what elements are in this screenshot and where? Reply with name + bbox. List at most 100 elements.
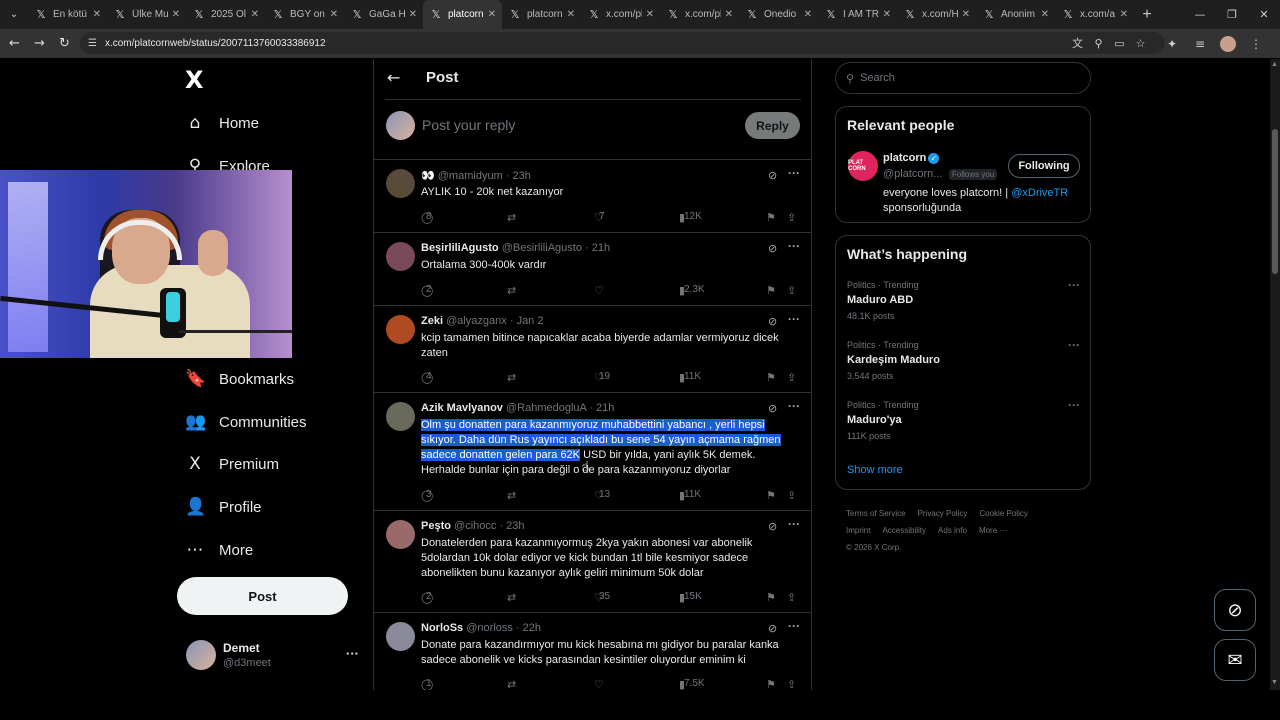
tab-close-icon[interactable]: ✕ (1120, 9, 1128, 20)
post-time[interactable]: Jan 2 (517, 315, 544, 327)
more-icon[interactable]: ··· (788, 312, 800, 326)
share-icon[interactable]: ⇪ (787, 284, 796, 297)
following-button[interactable]: Following (1008, 154, 1080, 178)
browser-tab[interactable]: 𝕏platcorn ✕ (423, 0, 502, 29)
zoom-icon[interactable]: ⚲ (1088, 37, 1109, 50)
extensions-icon[interactable]: ✦ (1158, 37, 1186, 51)
post-time[interactable]: 23h (513, 170, 531, 182)
scroll-down-icon[interactable]: ▼ (1271, 679, 1278, 686)
trend-item[interactable]: Politics · Trending Maduro ABD 48.1K posts… (847, 278, 1082, 321)
avatar[interactable]: PLAT CORN (848, 151, 878, 181)
grok-icon[interactable]: ⊘ (768, 315, 777, 328)
more-icon[interactable]: ··· (1068, 398, 1080, 412)
tab-close-icon[interactable]: ✕ (93, 9, 101, 20)
restore-icon[interactable]: ❐ (1216, 0, 1248, 29)
bookmark-star-icon[interactable]: ☆ (1130, 37, 1151, 50)
close-window-icon[interactable]: ✕ (1248, 0, 1280, 29)
forward-icon[interactable]: → (27, 36, 52, 51)
post-time[interactable]: 21h (596, 402, 614, 414)
reply-post[interactable]: Azik Mavlyanov @RahmedogluA · 21h ⊘ ··· Olm… (374, 393, 811, 511)
grok-icon[interactable]: ⊘ (768, 242, 777, 255)
footer-link[interactable]: Accessibility (882, 526, 926, 535)
browser-tab[interactable]: 𝕏 I AM TR ✕ (818, 0, 897, 29)
account-more-icon[interactable]: ··· (346, 646, 359, 661)
browser-tab[interactable]: 𝕏 En kötü ✕ (28, 0, 107, 29)
tab-close-icon[interactable]: ✕ (488, 9, 496, 20)
nav-item-bookmarks[interactable]: 🔖 Bookmarks (185, 364, 294, 394)
scrollbar-thumb[interactable] (1272, 129, 1278, 274)
browser-tab[interactable]: 𝕏 Onedio ✕ (739, 0, 818, 29)
new-tab-button[interactable]: + (1134, 6, 1160, 24)
tab-close-icon[interactable]: ✕ (725, 9, 733, 20)
browser-tab[interactable]: 𝕏 Anonim ✕ (976, 0, 1055, 29)
account-switcher[interactable]: Demet @d3meet ··· (186, 640, 361, 674)
browser-tab[interactable]: 𝕏 Ülke Mu ✕ (107, 0, 186, 29)
tab-close-icon[interactable]: ✕ (804, 9, 812, 20)
nav-item-more[interactable]: ⋯ More (185, 535, 254, 565)
reply-button[interactable]: Reply (745, 112, 800, 139)
post-button[interactable]: Post (177, 577, 348, 615)
share-icon[interactable]: ⇪ (787, 591, 796, 604)
reply-post[interactable]: Zeki @alyazganx · Jan 2 ⊘ ··· kcip tamamen … (374, 306, 811, 393)
tab-close-icon[interactable]: ✕ (251, 9, 259, 20)
translate-icon[interactable]: 文 (1067, 35, 1088, 51)
footer-link[interactable]: Imprint (846, 526, 870, 535)
bookmark-icon[interactable]: ⚑ (766, 678, 776, 690)
more-icon[interactable]: ··· (788, 517, 800, 531)
show-more-link[interactable]: Show more (847, 464, 903, 476)
avatar[interactable] (386, 315, 415, 344)
bookmark-icon[interactable]: ⚑ (766, 489, 776, 502)
browser-tab[interactable]: 𝕏 2025 Ol ✕ (186, 0, 265, 29)
grok-icon[interactable]: ⊘ (768, 622, 777, 635)
more-icon[interactable]: ··· (1068, 278, 1080, 292)
author-name[interactable]: Azik Mavlyanov (421, 402, 503, 414)
browser-tab[interactable]: 𝕏 GaGa Ha ✕ (344, 0, 423, 29)
more-icon[interactable]: ··· (788, 239, 800, 253)
tab-close-icon[interactable]: ✕ (330, 9, 338, 20)
footer-link[interactable]: Terms of Service (846, 509, 906, 518)
browser-tab[interactable]: 𝕏x.com/pl ✕ (660, 0, 739, 29)
nav-item-premium[interactable]: X Premium (185, 449, 279, 479)
bookmark-icon[interactable]: ⚑ (766, 591, 776, 604)
share-icon[interactable]: ⇪ (787, 371, 796, 384)
avatar[interactable] (386, 520, 415, 549)
media-icon[interactable]: ≡ (1186, 37, 1214, 51)
post-time[interactable]: 23h (506, 520, 524, 532)
more-icon[interactable]: ··· (1068, 338, 1080, 352)
browser-tab[interactable]: 𝕏 BGY on ✕ (265, 0, 344, 29)
avatar[interactable] (386, 622, 415, 651)
grok-icon[interactable]: ⊘ (768, 402, 777, 415)
tab-close-icon[interactable]: ✕ (962, 9, 970, 20)
install-icon[interactable]: ▭ (1109, 37, 1130, 50)
relevant-person-name[interactable]: platcorn ✓ (883, 152, 940, 164)
avatar[interactable] (386, 402, 415, 431)
x-logo[interactable]: X (185, 66, 204, 94)
grok-icon[interactable]: ⊘ (768, 520, 777, 533)
more-icon[interactable]: ··· (788, 619, 800, 633)
author-name[interactable]: BeşirliliAgusto (421, 242, 499, 254)
page-scrollbar[interactable]: ▲ ▼ (1270, 59, 1280, 690)
more-icon[interactable]: ··· (788, 399, 800, 413)
bookmark-icon[interactable]: ⚑ (766, 371, 776, 384)
footer-link[interactable]: Privacy Policy (918, 509, 968, 518)
browser-tab[interactable]: 𝕏platcorn ✕ (502, 0, 581, 29)
bookmark-icon[interactable]: ⚑ (766, 284, 776, 297)
browser-tab[interactable]: 𝕏x.com/H ✕ (897, 0, 976, 29)
nav-item-communities[interactable]: 👥 Communities (185, 407, 307, 437)
grok-icon[interactable]: ⊘ (768, 169, 777, 182)
tab-close-icon[interactable]: ✕ (567, 9, 575, 20)
bookmark-icon[interactable]: ⚑ (766, 211, 776, 224)
tab-close-icon[interactable]: ✕ (883, 9, 891, 20)
browser-tab[interactable]: 𝕏x.com/pl ✕ (581, 0, 660, 29)
tab-close-icon[interactable]: ✕ (172, 9, 180, 20)
author-name[interactable]: Zeki (421, 315, 443, 327)
share-icon[interactable]: ⇪ (787, 211, 796, 224)
profile-avatar[interactable] (1220, 35, 1236, 52)
author-name[interactable]: 👀 (421, 170, 435, 182)
reply-post[interactable]: Peşto @cihocc · 23h ⊘ ··· Donatelerden para… (374, 511, 811, 613)
author-name[interactable]: NorloSs (421, 622, 463, 634)
reply-post[interactable]: 👀 @mamidyum · 23h ⊘ ··· AYLIK 10 - 20k net … (374, 160, 811, 233)
reply-post[interactable]: BeşirliliAgusto @BesirliliAgusto · 21h ⊘ ·… (374, 233, 811, 306)
back-icon[interactable]: ← (2, 36, 27, 51)
footer-link[interactable]: Ads info (938, 526, 967, 535)
